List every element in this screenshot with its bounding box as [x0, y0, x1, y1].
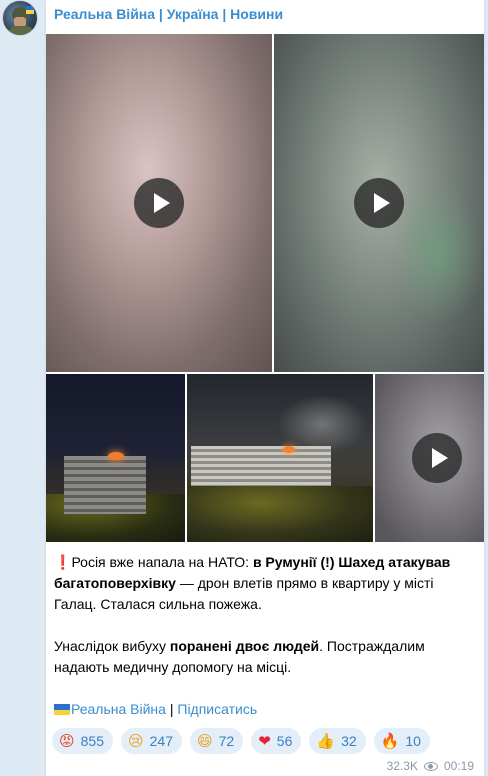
reaction-count: 247: [149, 733, 173, 749]
play-icon[interactable]: [412, 433, 462, 483]
message-text: ❗Росія вже напала на НАТО: в Румунії (!)…: [54, 552, 478, 741]
video-thumbnail-2[interactable]: [274, 34, 484, 372]
reaction-fire[interactable]: 🔥 10: [373, 728, 430, 754]
grinning-face-icon: 😄: [197, 732, 213, 750]
channel-avatar[interactable]: [2, 0, 38, 36]
ukraine-flag-icon: [54, 704, 70, 715]
reaction-count: 32: [341, 733, 357, 749]
exclamation-icon: ❗: [54, 554, 72, 570]
channel-name[interactable]: Реальна Війна | Україна | Новини: [54, 6, 283, 22]
crying-face-icon: 😢: [128, 732, 144, 750]
angry-face-icon: 😡: [59, 732, 75, 750]
reaction-heart[interactable]: ❤ 56: [251, 728, 302, 754]
photo-thumbnail-1[interactable]: [46, 374, 185, 542]
text-segment: Унаслідок вибуху: [54, 638, 170, 654]
fire-icon: 🔥: [380, 732, 400, 750]
reaction-cry[interactable]: 😢 247: [121, 728, 182, 754]
video-thumbnail-1[interactable]: [46, 34, 272, 372]
message-links: Реальна Війна | Підписатись: [54, 699, 478, 720]
photo-fire: [283, 446, 295, 453]
subscribe-link[interactable]: Підписатись: [177, 701, 257, 717]
reaction-count: 10: [405, 733, 421, 749]
eye-icon: [423, 761, 438, 771]
thumbs-up-icon: 👍: [316, 732, 336, 750]
reaction-thumbs-up[interactable]: 👍 32: [309, 728, 366, 754]
photo-trees: [187, 486, 373, 542]
reaction-angry[interactable]: 😡 855: [52, 728, 113, 754]
reaction-count: 855: [80, 733, 104, 749]
channel-link[interactable]: Реальна Війна: [71, 701, 166, 717]
play-icon[interactable]: [354, 178, 404, 228]
photo-building: [64, 456, 146, 514]
heart-icon: ❤: [258, 732, 271, 750]
reaction-count: 72: [218, 733, 235, 749]
play-icon[interactable]: [134, 178, 184, 228]
message-meta: 32.3K 00:19: [387, 758, 474, 774]
message-bubble: Реальна Війна | Україна | Новини ❗Росія …: [46, 0, 484, 776]
avatar-body-shape: [8, 26, 34, 35]
photo-thumbnail-2[interactable]: [187, 374, 373, 542]
photo-fire: [108, 452, 124, 460]
reaction-smile[interactable]: 😄 72: [190, 728, 244, 754]
avatar-flag-icon: [26, 6, 34, 14]
video-thumbnail-3[interactable]: [375, 374, 484, 542]
text-segment: Росія вже напала на НАТО:: [71, 554, 253, 570]
photo-smoke: [277, 394, 367, 454]
thumbnail-glow: [394, 184, 484, 324]
message-paragraph-1: ❗Росія вже напала на НАТО: в Румунії (!)…: [54, 552, 478, 615]
text-bold-segment: поранені двоє людей: [169, 638, 320, 654]
photo-building: [191, 446, 331, 486]
link-separator: |: [165, 701, 178, 717]
message-paragraph-2: Унаслідок вибуху поранені двоє людей. По…: [54, 636, 478, 678]
views-count: 32.3K: [386, 759, 418, 773]
reaction-count: 56: [276, 733, 293, 749]
reactions-bar: 😡 855 😢 247 😄 72 ❤ 56 👍 32 🔥 10: [52, 728, 430, 754]
post-time: 00:19: [443, 759, 474, 773]
